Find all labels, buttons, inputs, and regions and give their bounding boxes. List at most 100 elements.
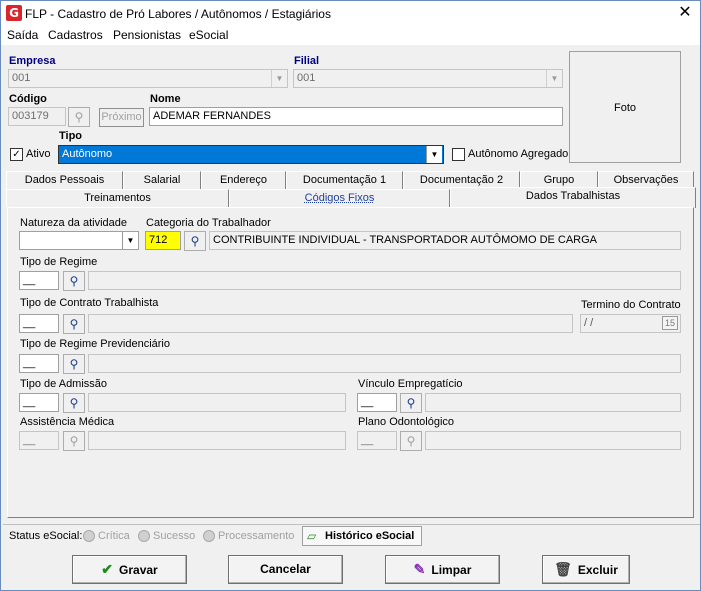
admissao-code-input[interactable]: __ — [19, 393, 59, 412]
assistencia-code-value: __ — [23, 434, 36, 446]
menu-pensionistas[interactable]: Pensionistas — [113, 28, 181, 42]
categoria-search-icon[interactable]: ⚲ — [184, 231, 206, 251]
critica-label: Crítica — [98, 530, 130, 542]
historico-esocial-button[interactable]: ▱ Histórico eSocial — [302, 526, 422, 546]
empresa-dropdown-icon[interactable]: ▼ — [271, 70, 287, 87]
title-bar: G FLP - Cadastro de Pró Labores / Autôno… — [1, 1, 700, 26]
empresa-select[interactable]: 001 — [8, 69, 288, 88]
window-title: FLP - Cadastro de Pró Labores / Autônomo… — [25, 7, 331, 21]
contrato-code-input[interactable]: __ — [19, 314, 59, 333]
codigo-input[interactable]: 003179 — [8, 107, 66, 126]
sucesso-label: Sucesso — [153, 530, 196, 542]
regime-label: Tipo de Regime — [20, 256, 98, 268]
photo-label: Foto — [613, 102, 636, 114]
admissao-label: Tipo de Admissão — [20, 378, 108, 390]
tab-codigos-fixos[interactable]: Códigos Fixos — [229, 189, 450, 207]
processamento-label: Processamento — [218, 530, 295, 542]
contrato-code-value: __ — [23, 317, 36, 329]
regime-code-input[interactable]: __ — [19, 271, 59, 290]
proximo-button[interactable]: Próximo — [99, 108, 144, 127]
categoria-code-input[interactable]: 712 — [145, 231, 181, 250]
calendar-icon[interactable]: 15 — [662, 316, 678, 330]
excluir-label: Excluir — [577, 563, 618, 577]
photo-box[interactable]: Foto — [569, 51, 681, 163]
filial-label: Filial — [294, 55, 320, 67]
tipo-dropdown-icon[interactable]: ▼ — [426, 146, 442, 163]
odontologico-desc-field — [425, 431, 681, 450]
vinculo-desc-field — [425, 393, 681, 412]
regime-search-icon[interactable]: ⚲ — [63, 271, 85, 291]
tipo-select[interactable]: Autônomo — [58, 145, 444, 164]
assistencia-code-input[interactable]: __ — [19, 431, 59, 450]
nome-input[interactable]: ADEMAR FERNANDES — [149, 107, 563, 126]
excluir-button[interactable]: 🗑 Excluir — [542, 555, 630, 584]
vinculo-label: Vínculo Empregatício — [358, 378, 463, 390]
previdenciario-code-value: __ — [23, 357, 36, 369]
previdenciario-label: Tipo de Regime Previdenciário — [20, 338, 170, 350]
status-bar: Status eSocial: Crítica Sucesso Processa… — [3, 524, 700, 547]
status-label: Status eSocial: — [9, 530, 83, 542]
previdenciario-desc-field — [88, 354, 681, 373]
empresa-value: 001 — [12, 72, 31, 84]
assistencia-label: Assistência Médica — [20, 416, 115, 428]
tipo-value: Autônomo — [62, 148, 113, 160]
document-icon: ▱ — [307, 529, 317, 543]
historico-esocial-label: Histórico eSocial — [325, 530, 415, 542]
cancelar-label: Cancelar — [260, 562, 311, 576]
contrato-desc-field — [88, 314, 573, 333]
odontologico-code-input[interactable]: __ — [357, 431, 397, 450]
gravar-button[interactable]: ✔ Gravar — [72, 555, 187, 584]
natureza-select[interactable] — [19, 231, 139, 250]
tab-documentacao-1[interactable]: Documentação 1 — [286, 171, 403, 189]
tab-treinamentos[interactable]: Treinamentos — [6, 189, 229, 207]
odontologico-label: Plano Odontológico — [358, 416, 455, 428]
nome-label: Nome — [150, 93, 181, 105]
sucesso-radio[interactable] — [138, 530, 150, 542]
assistencia-search-icon[interactable]: ⚲ — [63, 431, 85, 451]
odontologico-code-value: __ — [361, 434, 374, 446]
agregado-checkbox[interactable] — [452, 148, 465, 161]
tab-endereco[interactable]: Endereço — [201, 171, 286, 189]
gravar-label: Gravar — [119, 563, 158, 577]
close-icon[interactable]: ✕ — [671, 3, 699, 24]
critica-radio[interactable] — [83, 530, 95, 542]
cancelar-button[interactable]: Cancelar — [228, 555, 343, 584]
agregado-label: Autônomo Agregado — [468, 148, 569, 160]
tab-dados-trabalhistas[interactable]: Dados Trabalhistas — [450, 187, 696, 208]
odontologico-search-icon[interactable]: ⚲ — [400, 431, 422, 451]
codigo-search-icon[interactable]: ⚲ — [68, 107, 90, 127]
assistencia-desc-field — [88, 431, 346, 450]
trash-icon: 🗑 — [554, 561, 572, 577]
filial-select[interactable]: 001 — [293, 69, 563, 88]
admissao-search-icon[interactable]: ⚲ — [63, 393, 85, 413]
broom-icon: ✎ — [413, 561, 426, 577]
contrato-search-icon[interactable]: ⚲ — [63, 314, 85, 334]
previdenciario-code-input[interactable]: __ — [19, 354, 59, 373]
limpar-button[interactable]: ✎ Limpar — [385, 555, 500, 584]
tab-salarial[interactable]: Salarial — [123, 171, 201, 189]
ativo-checkbox[interactable]: ✓ — [10, 148, 23, 161]
natureza-dropdown-icon[interactable]: ▼ — [122, 232, 138, 249]
previdenciario-search-icon[interactable]: ⚲ — [63, 354, 85, 374]
menu-saida[interactable]: Saída — [7, 28, 38, 42]
vinculo-search-icon[interactable]: ⚲ — [400, 393, 422, 413]
nome-value: ADEMAR FERNANDES — [153, 110, 271, 122]
processamento-radio[interactable] — [203, 530, 215, 542]
codigo-value: 003179 — [12, 110, 49, 122]
menu-cadastros[interactable]: Cadastros — [48, 28, 103, 42]
app-logo-icon: G — [6, 5, 22, 21]
regime-code-value: __ — [23, 274, 36, 286]
limpar-label: Limpar — [431, 563, 472, 577]
natureza-label: Natureza da atividade — [20, 217, 128, 229]
termino-label: Termino do Contrato — [581, 299, 681, 311]
menu-esocial[interactable]: eSocial — [189, 28, 228, 42]
filial-value: 001 — [297, 72, 316, 84]
categoria-label: Categoria do Trabalhador — [146, 217, 271, 229]
main-window: G FLP - Cadastro de Pró Labores / Autôno… — [0, 0, 701, 591]
admissao-desc-field — [88, 393, 346, 412]
tab-dados-pessoais[interactable]: Dados Pessoais — [6, 171, 123, 189]
ativo-label: Ativo — [26, 148, 51, 160]
vinculo-code-input[interactable]: __ — [357, 393, 397, 412]
empresa-label: Empresa — [9, 55, 56, 67]
filial-dropdown-icon[interactable]: ▼ — [546, 70, 562, 87]
